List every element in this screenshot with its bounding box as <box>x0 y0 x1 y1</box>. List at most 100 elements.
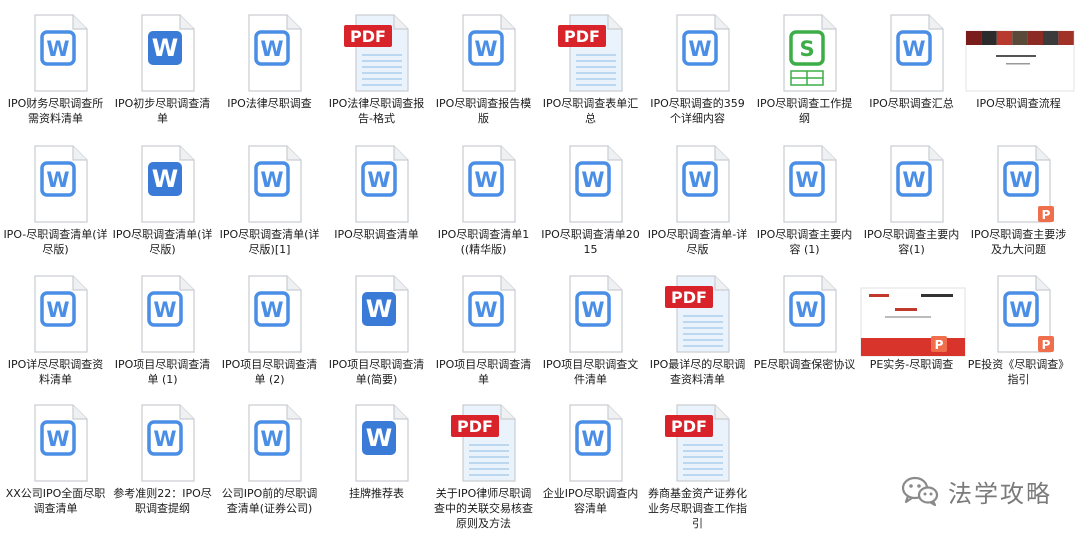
word-doc-icon: W <box>34 404 88 482</box>
file-item[interactable]: W IPO尽职调查清单2015 <box>537 136 644 264</box>
file-name: PE尽职调查保密协议 <box>753 358 856 371</box>
file-item[interactable]: W IPO项目尽职调查清单 (2) <box>216 266 323 394</box>
word-doc-icon: W <box>462 145 516 223</box>
file-name: IPO项目尽职调查文件清单 <box>542 358 639 386</box>
file-name: IPO尽职调查清单1((精华版) <box>437 228 530 256</box>
svg-text:W: W <box>795 298 818 322</box>
svg-text:W: W <box>260 298 283 322</box>
file-item[interactable]: W IPO尽职调查主要内容 (1) <box>751 136 858 264</box>
file-item[interactable]: W 挂牌推荐表 <box>323 395 430 523</box>
file-name: IPO尽职调查清单(详尽版) <box>112 228 213 256</box>
word-doc-icon: W <box>462 275 516 353</box>
file-name: PE投资《尽职调查》指引 <box>967 358 1070 386</box>
file-item[interactable]: PDF 券商基金资产证券化业务尽职调查工作指引 <box>644 395 751 530</box>
word-doc-icon: W <box>34 145 88 223</box>
spreadsheet-doc-icon: S <box>783 14 837 92</box>
word-doc-icon: W <box>248 14 302 92</box>
svg-text:W: W <box>46 168 69 192</box>
file-item[interactable]: W IPO尽职调查汇总 <box>858 5 965 133</box>
file-item[interactable]: W IPO项目尽职调查清单 (1) <box>109 266 216 394</box>
svg-text:W: W <box>152 34 178 62</box>
file-name: IPO尽职调查工作提纲 <box>756 97 853 125</box>
file-item[interactable]: W IPO初步尽职调查清单 <box>109 5 216 133</box>
file-name: IPO尽职调查清单2015 <box>541 228 640 256</box>
file-name: IPO项目尽职调查清单(简要) <box>328 358 425 386</box>
svg-text:W: W <box>46 298 69 322</box>
word-doc-icon: W <box>141 404 195 482</box>
svg-text:W: W <box>153 298 176 322</box>
file-name: IPO项目尽职调查清单 <box>435 358 532 386</box>
file-item[interactable]: W XX公司IPO全面尽职调查清单 <box>2 395 109 523</box>
file-name: 挂牌推荐表 <box>349 487 404 500</box>
file-item[interactable]: W IPO财务尽职调查所需资料清单 <box>2 5 109 133</box>
file-item[interactable]: W IPO详尽尽职调查资料清单 <box>2 266 109 394</box>
word-doc-icon: WP <box>997 145 1054 223</box>
word-doc-icon: W <box>248 404 302 482</box>
file-name: IPO详尽尽职调查资料清单 <box>7 358 104 386</box>
word-doc-icon: W <box>676 145 730 223</box>
svg-text:P: P <box>1042 208 1051 222</box>
svg-text:W: W <box>366 295 392 323</box>
file-item[interactable]: PDF IPO尽职调查表单汇总 <box>537 5 644 133</box>
file-item[interactable]: W IPO尽职调查报告模版 <box>430 5 537 133</box>
file-item[interactable]: W IPO-尽职调查清单(详尽版) <box>2 136 109 264</box>
file-item[interactable]: W 公司IPO前的尽职调查清单(证券公司) <box>216 395 323 523</box>
file-item[interactable]: W IPO尽职调查清单-详尽版 <box>644 136 751 264</box>
file-item[interactable]: W IPO尽职调查清单1((精华版) <box>430 136 537 264</box>
svg-text:W: W <box>1009 168 1032 192</box>
word-doc-icon: W <box>783 145 837 223</box>
file-item[interactable]: PDF 关于IPO律师尽职调查中的关联交易核查原则及方法 <box>430 395 537 530</box>
slides-thumbnail-icon: P <box>860 287 966 357</box>
pdf-doc-icon: PDF <box>451 404 516 482</box>
word-doc-icon: W <box>569 404 623 482</box>
word-doc-icon: W <box>141 14 195 92</box>
word-doc-icon: W <box>355 404 409 482</box>
file-grid: W IPO财务尽职调查所需资料清单 W IPO初步尽职调查清单 W IPO法律尽职调查 PD… <box>0 0 1080 538</box>
file-item[interactable]: W IPO法律尽职调查 <box>216 5 323 133</box>
pdf-doc-icon: PDF <box>665 275 730 353</box>
word-doc-icon: W <box>248 275 302 353</box>
file-item[interactable]: PDF IPO法律尽职调查报告-格式 <box>323 5 430 133</box>
file-item[interactable]: W IPO项目尽职调查清单 <box>430 266 537 394</box>
file-name: IPO最详尽的尽职调查资料清单 <box>649 358 746 386</box>
file-name: IPO尽职调查的359个详细内容 <box>650 97 745 125</box>
svg-text:W: W <box>474 37 497 61</box>
word-doc-icon: W <box>783 275 837 353</box>
svg-text:PDF: PDF <box>671 417 707 436</box>
file-item[interactable]: IPO尽职调查流程 <box>965 5 1075 133</box>
svg-text:W: W <box>152 165 178 193</box>
svg-text:W: W <box>260 427 283 451</box>
svg-text:W: W <box>581 427 604 451</box>
svg-text:W: W <box>902 37 925 61</box>
file-name: IPO法律尽职调查报告-格式 <box>328 97 425 125</box>
file-name: IPO法律尽职调查 <box>227 97 312 110</box>
file-item[interactable]: S IPO尽职调查工作提纲 <box>751 5 858 133</box>
file-item[interactable]: W P PE投资《尽职调查》指引 <box>965 266 1072 394</box>
file-item[interactable]: PDF IPO最详尽的尽职调查资料清单 <box>644 266 751 394</box>
file-item[interactable]: W IPO项目尽职调查清单(简要) <box>323 266 430 394</box>
svg-text:W: W <box>1009 298 1032 322</box>
file-item[interactable]: W IPO尽职调查清单(详尽版)[1] <box>216 136 323 264</box>
file-item[interactable]: W IPO尽职调查的359个详细内容 <box>644 5 751 133</box>
svg-text:W: W <box>367 168 390 192</box>
svg-text:W: W <box>902 168 925 192</box>
file-name: 参考准则22：IPO尽职调查提纲 <box>113 487 212 515</box>
file-item[interactable]: W P IPO尽职调查主要涉及九大问题 <box>965 136 1072 264</box>
file-name: IPO财务尽职调查所需资料清单 <box>7 97 104 125</box>
svg-text:W: W <box>366 424 392 452</box>
watermark-text: 法学攻略 <box>948 479 1052 508</box>
file-name: IPO项目尽职调查清单 (1) <box>114 358 211 386</box>
file-item[interactable]: W IPO尽职调查清单(详尽版) <box>109 136 216 264</box>
file-name: IPO初步尽职调查清单 <box>114 97 211 125</box>
file-item[interactable]: W 企业IPO尽职调查内容清单 <box>537 395 644 523</box>
pdf-doc-icon: PDF <box>665 404 730 482</box>
file-item[interactable]: W 参考准则22：IPO尽职调查提纲 <box>109 395 216 523</box>
file-item[interactable]: P PE实务-尽职调查 <box>858 266 966 394</box>
svg-text:W: W <box>581 298 604 322</box>
file-item[interactable]: W IPO尽职调查清单 <box>323 136 430 264</box>
word-doc-icon: W <box>34 14 88 92</box>
svg-text:PDF: PDF <box>671 288 707 307</box>
file-item[interactable]: W PE尽职调查保密协议 <box>751 266 858 394</box>
file-item[interactable]: W IPO尽职调查主要内容(1) <box>858 136 965 264</box>
file-item[interactable]: W IPO项目尽职调查文件清单 <box>537 266 644 394</box>
